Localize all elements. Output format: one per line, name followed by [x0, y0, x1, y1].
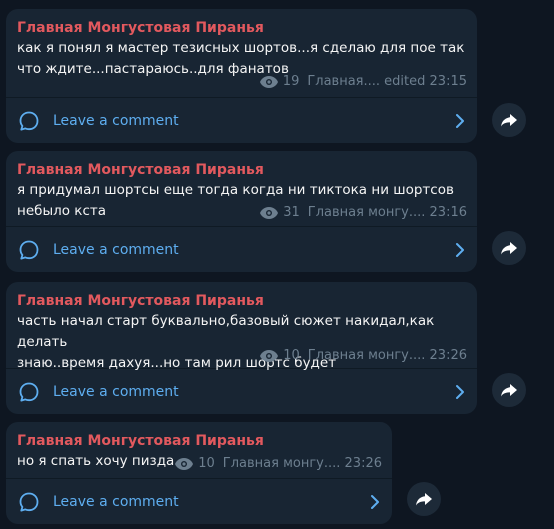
eye-icon [260, 207, 279, 219]
leave-comment-button[interactable]: Leave a comment [6, 98, 477, 143]
eye-icon [260, 350, 279, 362]
message-bubble: Главная Монгустовая Пиранья как я понял … [6, 9, 477, 143]
eye-icon [259, 76, 278, 88]
message-meta: 10 Главная монгу.... 23:26 [175, 455, 382, 473]
share-arrow-icon [416, 493, 432, 506]
message-author[interactable]: Главная Монгустовая Пиранья [17, 18, 466, 38]
edited-label: edited [384, 74, 426, 89]
message-time: 23:26 [344, 456, 382, 471]
post-signature: Главная монгу.... [307, 348, 426, 363]
post-signature: Главная монгу.... [307, 205, 426, 220]
post-signature: Главная монгу.... [222, 456, 341, 471]
view-count: 31 [283, 205, 300, 220]
message-meta: 10 Главная монгу.... 23:26 [260, 347, 467, 365]
channel-feed: Главная Монгустовая Пиранья как я понял … [0, 0, 554, 529]
leave-comment-label: Leave a comment [53, 112, 179, 129]
share-button[interactable] [492, 373, 526, 407]
chevron-right-icon [456, 113, 464, 128]
message-post: Главная Монгустовая Пиранья как я понял … [6, 9, 477, 143]
comment-bubble-icon [19, 382, 39, 401]
post-signature: Главная.... [307, 74, 381, 89]
message-author[interactable]: Главная Монгустовая Пиранья [17, 291, 466, 311]
leave-comment-button[interactable]: Leave a comment [6, 227, 477, 272]
message-author[interactable]: Главная Монгустовая Пиранья [17, 160, 466, 180]
share-button[interactable] [492, 231, 526, 265]
chevron-right-icon [456, 242, 464, 257]
message-author[interactable]: Главная Монгустовая Пиранья [17, 431, 381, 451]
share-button[interactable] [492, 103, 526, 137]
leave-comment-button[interactable]: Leave a comment [6, 369, 477, 414]
message-post: Главная Монгустовая Пиранья часть начал … [6, 282, 477, 414]
comment-bubble-icon [19, 240, 39, 259]
message-post: Главная Монгустовая Пиранья я придумал ш… [6, 151, 477, 272]
view-count: 10 [283, 348, 300, 363]
share-arrow-icon [501, 242, 517, 255]
share-arrow-icon [501, 384, 517, 397]
view-count: 10 [198, 456, 215, 471]
leave-comment-label: Leave a comment [53, 383, 179, 400]
chevron-right-icon [371, 494, 379, 509]
leave-comment-button[interactable]: Leave a comment [6, 479, 392, 524]
leave-comment-label: Leave a comment [53, 493, 179, 510]
message-bubble: Главная Монгустовая Пиранья часть начал … [6, 282, 477, 414]
message-time: 23:15 [429, 74, 467, 89]
message-meta: 31 Главная монгу.... 23:16 [260, 204, 467, 222]
message-bubble: Главная Монгустовая Пиранья я придумал ш… [6, 151, 477, 272]
chevron-right-icon [456, 384, 464, 399]
message-bubble: Главная Монгустовая Пиранья но я спать х… [6, 422, 392, 524]
leave-comment-label: Leave a comment [53, 241, 179, 258]
comment-bubble-icon [19, 111, 39, 130]
message-time: 23:16 [429, 205, 467, 220]
view-count: 19 [282, 74, 300, 89]
eye-icon [175, 458, 194, 470]
message-post: Главная Монгустовая Пиранья но я спать х… [6, 422, 392, 524]
comment-bubble-icon [19, 492, 39, 511]
share-arrow-icon [501, 114, 517, 127]
message-meta: 19 Главная.... edited 23:15 [259, 73, 467, 91]
share-button[interactable] [407, 482, 441, 516]
message-time: 23:26 [429, 348, 467, 363]
